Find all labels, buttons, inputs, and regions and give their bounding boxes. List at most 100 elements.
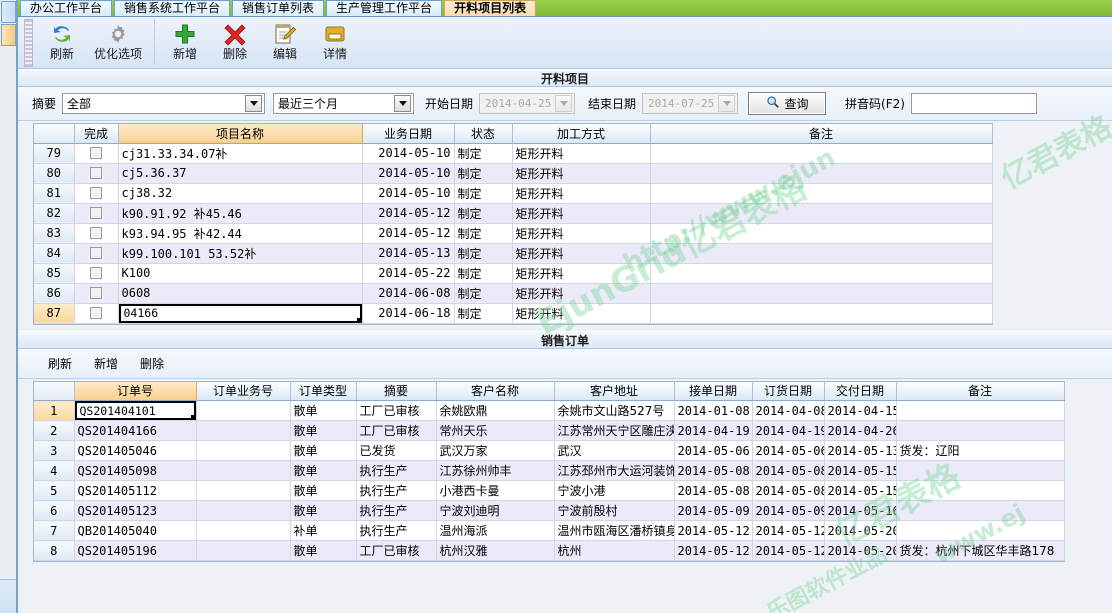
add-button[interactable]: 新增 xyxy=(160,17,210,61)
rail-tab-1[interactable] xyxy=(1,1,16,23)
checkbox[interactable] xyxy=(90,227,102,239)
calendar-dropdown-icon[interactable] xyxy=(718,95,736,112)
order-summary[interactable]: 执行生产 xyxy=(356,520,437,541)
table-row-selected[interactable]: 1 QS201404101 散单 工厂已审核 余姚欧鼎 余姚市文山路527号 2… xyxy=(34,400,1065,421)
deliver-date[interactable]: 2014-05-15 xyxy=(824,460,897,481)
project-name[interactable]: k90.91.92 补45.46 xyxy=(118,203,363,224)
process-method[interactable]: 矩形开料 xyxy=(512,143,651,164)
memo[interactable] xyxy=(896,460,1065,481)
process-method[interactable]: 矩形开料 xyxy=(512,283,651,304)
complete-checkbox-cell[interactable] xyxy=(74,303,119,324)
checkbox[interactable] xyxy=(90,307,102,319)
table-row[interactable]: 4 QS201405098 散单 执行生产 江苏徐州帅丰 江苏邳州市大运河装饰 … xyxy=(34,460,1065,481)
checkbox[interactable] xyxy=(90,187,102,199)
process-method[interactable]: 矩形开料 xyxy=(512,243,651,264)
order-bizno[interactable] xyxy=(196,480,291,501)
project-name[interactable]: cj38.32 xyxy=(118,183,363,204)
receive-date[interactable]: 2014-05-12 xyxy=(674,540,753,561)
col-receive-date[interactable]: 接单日期 xyxy=(674,381,753,401)
business-date[interactable]: 2014-05-12 xyxy=(362,223,455,244)
tab-office-platform[interactable]: 办公工作平台 xyxy=(20,0,113,16)
memo[interactable] xyxy=(650,223,993,244)
receive-date[interactable]: 2014-04-19 xyxy=(674,420,753,441)
query-button[interactable]: 查询 xyxy=(748,92,827,115)
memo[interactable] xyxy=(650,183,993,204)
customer-address[interactable]: 温州市瓯海区潘桥镇身 xyxy=(554,520,675,541)
order-no[interactable]: QS201405123 xyxy=(74,500,197,521)
business-date[interactable]: 2014-05-13 xyxy=(362,243,455,264)
complete-checkbox-cell[interactable] xyxy=(74,203,119,224)
memo[interactable] xyxy=(650,243,993,264)
tab-sales-system-platform[interactable]: 销售系统工作平台 xyxy=(114,0,231,16)
customer-name[interactable]: 宁波刘迪明 xyxy=(436,500,555,521)
chevron-down-icon[interactable] xyxy=(245,95,263,112)
process-method[interactable]: 矩形开料 xyxy=(512,163,651,184)
project-name[interactable]: k99.100.101 53.52补 xyxy=(118,243,363,264)
customer-address[interactable]: 宁波小港 xyxy=(554,480,675,501)
order-summary[interactable]: 执行生产 xyxy=(356,480,437,501)
complete-checkbox-cell[interactable] xyxy=(74,263,119,284)
status[interactable]: 制定 xyxy=(454,143,513,164)
table-row-selected[interactable]: 87 04166 2014-06-18 制定 矩形开料 xyxy=(34,303,993,324)
rail-tab-2[interactable] xyxy=(1,24,16,46)
process-method[interactable]: 矩形开料 xyxy=(512,303,651,324)
deliver-date[interactable]: 2014-04-15 xyxy=(824,400,897,421)
business-date[interactable]: 2014-05-10 xyxy=(362,183,455,204)
receive-date[interactable]: 2014-05-12 xyxy=(674,520,753,541)
col-status[interactable]: 状态 xyxy=(454,124,513,144)
tab-sales-order-list[interactable]: 销售订单列表 xyxy=(232,0,325,16)
col-summary[interactable]: 摘要 xyxy=(356,381,437,401)
order-date[interactable]: 2014-05-09 xyxy=(752,500,825,521)
status[interactable]: 制定 xyxy=(454,303,513,324)
status[interactable]: 制定 xyxy=(454,283,513,304)
table-row[interactable]: 7 QB201405040 补单 执行生产 温州海派 温州市瓯海区潘桥镇身 20… xyxy=(34,520,1065,541)
memo[interactable]: 货发：杭州下城区华丰路178 施万恩 xyxy=(896,540,1065,561)
deliver-date[interactable]: 2014-05-13 xyxy=(824,440,897,461)
checkbox[interactable] xyxy=(90,147,102,159)
order-date[interactable]: 2014-05-12 xyxy=(752,540,825,561)
table-row[interactable]: 83 k93.94.95 补42.44 2014-05-12 制定 矩形开料 xyxy=(34,223,993,244)
customer-address[interactable]: 江苏邳州市大运河装饰 xyxy=(554,460,675,481)
order-summary[interactable]: 执行生产 xyxy=(356,460,437,481)
order-summary[interactable]: 工厂已审核 xyxy=(356,420,437,441)
tab-cutting-project-list[interactable]: 开料项目列表 xyxy=(444,0,537,16)
col-business-date[interactable]: 业务日期 xyxy=(362,124,455,144)
sales-refresh-button[interactable]: 刷新 xyxy=(48,355,72,372)
order-bizno[interactable] xyxy=(196,460,291,481)
process-method[interactable]: 矩形开料 xyxy=(512,223,651,244)
tab-production-platform[interactable]: 生产管理工作平台 xyxy=(326,0,443,16)
status[interactable]: 制定 xyxy=(454,183,513,204)
calendar-dropdown-icon[interactable] xyxy=(555,95,573,112)
order-no[interactable]: QS201404166 xyxy=(74,420,197,441)
customer-name[interactable]: 杭州汉雅 xyxy=(436,540,555,561)
chevron-down-icon[interactable] xyxy=(394,95,412,112)
status[interactable]: 制定 xyxy=(454,223,513,244)
customer-name[interactable]: 常州天乐 xyxy=(436,420,555,441)
toolbar-drag-grip[interactable] xyxy=(24,19,33,67)
customer-address[interactable]: 余姚市文山路527号 xyxy=(554,400,675,421)
status[interactable]: 制定 xyxy=(454,243,513,264)
status[interactable]: 制定 xyxy=(454,263,513,284)
memo[interactable] xyxy=(650,203,993,224)
project-name[interactable]: cj31.33.34.07补 xyxy=(118,143,363,164)
deliver-date[interactable]: 2014-05-15 xyxy=(824,480,897,501)
order-date[interactable]: 2014-05-08 xyxy=(752,460,825,481)
project-name-editor-cell[interactable]: 04166 xyxy=(118,303,363,324)
table-row[interactable]: 2 QS201404166 散单 工厂已审核 常州天乐 江苏常州天宁区雕庄浃 2… xyxy=(34,420,1065,441)
project-name[interactable]: K100 xyxy=(118,263,363,284)
complete-checkbox-cell[interactable] xyxy=(74,223,119,244)
business-date[interactable]: 2014-05-22 xyxy=(362,263,455,284)
order-date[interactable]: 2014-05-08 xyxy=(752,480,825,501)
checkbox[interactable] xyxy=(90,267,102,279)
status[interactable]: 制定 xyxy=(454,163,513,184)
order-type[interactable]: 散单 xyxy=(290,460,357,481)
order-bizno[interactable] xyxy=(196,440,291,461)
table-row[interactable]: 3 QS201405046 散单 已发货 武汉万家 武汉 2014-05-06 … xyxy=(34,440,1065,461)
col-complete[interactable]: 完成 xyxy=(74,124,119,144)
order-date[interactable]: 2014-05-06 xyxy=(752,440,825,461)
order-no[interactable]: QS201405046 xyxy=(74,440,197,461)
sales-add-button[interactable]: 新增 xyxy=(94,355,118,372)
end-date-input[interactable]: 2014-07-25 xyxy=(642,93,739,114)
order-summary[interactable]: 工厂已审核 xyxy=(356,400,437,421)
col-process-method[interactable]: 加工方式 xyxy=(512,124,651,144)
